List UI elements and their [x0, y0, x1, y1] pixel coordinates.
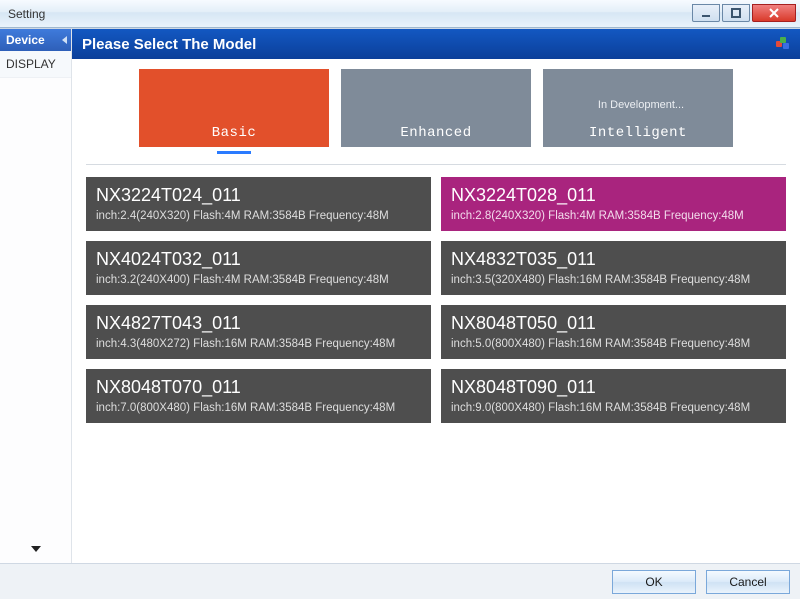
sidebar-more[interactable] — [0, 533, 71, 563]
tab-active-indicator — [217, 151, 251, 154]
model-card[interactable]: NX4024T032_011 inch:3.2(240X400) Flash:4M… — [86, 241, 431, 295]
close-button[interactable] — [752, 4, 796, 22]
panel-titlebar: Please Select The Model — [72, 29, 800, 59]
chevron-down-icon — [31, 546, 41, 552]
maximize-button[interactable] — [722, 4, 750, 22]
tab-basic-wrap: Basic — [139, 69, 329, 154]
cancel-button-label: Cancel — [729, 575, 766, 589]
model-name: NX8048T070_011 — [96, 377, 421, 398]
model-specs: inch:2.8(240X320) Flash:4M RAM:3584B Fre… — [451, 210, 776, 222]
model-card[interactable]: NX4827T043_011 inch:4.3(480X272) Flash:16… — [86, 305, 431, 359]
tab-enhanced-wrap: Enhanced — [341, 69, 531, 154]
sidebar-item-label: DISPLAY — [6, 57, 56, 71]
model-name: NX4827T043_011 — [96, 313, 421, 334]
model-name: NX4024T032_011 — [96, 249, 421, 270]
model-card[interactable]: NX8048T090_011 inch:9.0(800X480) Flash:16… — [441, 369, 786, 423]
model-name: NX8048T050_011 — [451, 313, 776, 334]
tab-label: Basic — [212, 125, 257, 141]
ok-button-label: OK — [645, 575, 662, 589]
model-specs: inch:4.3(480X272) Flash:16M RAM:3584B Fr… — [96, 338, 421, 350]
model-card[interactable]: NX8048T050_011 inch:5.0(800X480) Flash:16… — [441, 305, 786, 359]
ok-button[interactable]: OK — [612, 570, 696, 594]
sidebar: Device DISPLAY — [0, 29, 72, 563]
cancel-button[interactable]: Cancel — [706, 570, 790, 594]
model-name: NX3224T028_011 — [451, 185, 776, 206]
model-specs: inch:2.4(240X320) Flash:4M RAM:3584B Fre… — [96, 210, 421, 222]
model-card[interactable]: NX4832T035_011 inch:3.5(320X480) Flash:16… — [441, 241, 786, 295]
model-specs: inch:3.2(240X400) Flash:4M RAM:3584B Fre… — [96, 274, 421, 286]
tab-enhanced[interactable]: Enhanced — [341, 69, 531, 147]
main-panel: Please Select The Model Basic Enhanced — [72, 29, 800, 563]
model-card[interactable]: NX3224T028_011 inch:2.8(240X320) Flash:4M… — [441, 177, 786, 231]
model-specs: inch:7.0(800X480) Flash:16M RAM:3584B Fr… — [96, 402, 421, 414]
sidebar-item-display[interactable]: DISPLAY — [0, 51, 71, 78]
sidebar-header[interactable]: Device — [0, 29, 71, 51]
tab-intelligent-wrap: In Development... Intelligent — [543, 69, 733, 154]
category-tabs: Basic Enhanced In Development... Intelli… — [82, 69, 790, 154]
minimize-button[interactable] — [692, 4, 720, 22]
model-card[interactable]: NX8048T070_011 inch:7.0(800X480) Flash:16… — [86, 369, 431, 423]
divider — [86, 164, 786, 165]
app-icon — [776, 37, 790, 51]
window-titlebar: Setting — [0, 0, 800, 28]
model-name: NX8048T090_011 — [451, 377, 776, 398]
tab-intelligent[interactable]: In Development... Intelligent — [543, 69, 733, 147]
window-buttons — [690, 4, 796, 24]
tab-label: Intelligent — [589, 125, 687, 141]
sidebar-header-label: Device — [6, 33, 45, 47]
panel-title: Please Select The Model — [82, 36, 256, 53]
model-specs: inch:9.0(800X480) Flash:16M RAM:3584B Fr… — [451, 402, 776, 414]
model-grid: NX3224T024_011 inch:2.4(240X320) Flash:4M… — [82, 177, 790, 423]
collapse-left-icon — [62, 36, 67, 44]
tab-basic[interactable]: Basic — [139, 69, 329, 147]
panel-body: Basic Enhanced In Development... Intelli… — [72, 59, 800, 563]
window-title: Setting — [8, 7, 45, 21]
model-specs: inch:3.5(320X480) Flash:16M RAM:3584B Fr… — [451, 274, 776, 286]
tab-note: In Development... — [592, 99, 684, 111]
model-card[interactable]: NX3224T024_011 inch:2.4(240X320) Flash:4M… — [86, 177, 431, 231]
model-name: NX4832T035_011 — [451, 249, 776, 270]
model-specs: inch:5.0(800X480) Flash:16M RAM:3584B Fr… — [451, 338, 776, 350]
tab-label: Enhanced — [400, 125, 471, 141]
dialog-button-bar: OK Cancel — [0, 563, 800, 599]
workspace: Device DISPLAY Please Select The Model B… — [0, 28, 800, 563]
model-name: NX3224T024_011 — [96, 185, 421, 206]
